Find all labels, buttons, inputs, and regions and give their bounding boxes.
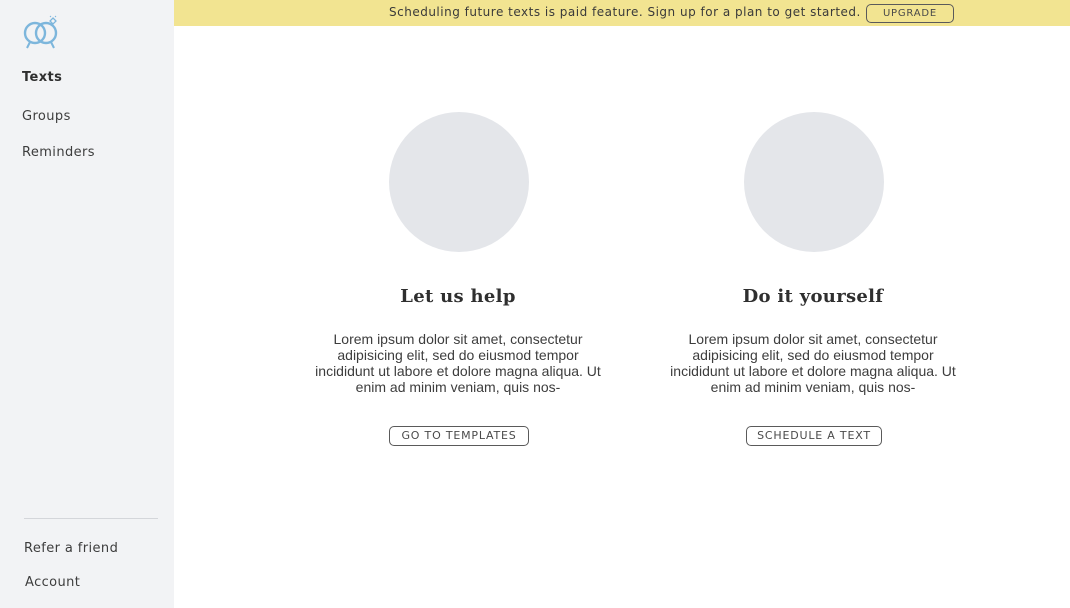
sidebar-item-account[interactable]: Account xyxy=(25,575,80,590)
app-root: Texts Groups Reminders Refer a friend Ac… xyxy=(0,0,1070,608)
card-image-placeholder xyxy=(389,112,529,252)
go-to-templates-button[interactable]: GO TO TEMPLATES xyxy=(389,426,529,446)
sidebar-item-groups[interactable]: Groups xyxy=(22,109,71,124)
sidebar: Texts Groups Reminders Refer a friend Ac… xyxy=(0,0,174,608)
sidebar-item-refer-a-friend[interactable]: Refer a friend xyxy=(24,541,118,556)
sidebar-item-texts[interactable]: Texts xyxy=(22,70,62,85)
sidebar-item-reminders[interactable]: Reminders xyxy=(22,145,95,160)
card-description: Lorem ipsum dolor sit amet, consectetur … xyxy=(670,331,956,395)
linked-rings-icon[interactable] xyxy=(22,14,62,50)
upgrade-button[interactable]: UPGRADE xyxy=(866,4,954,23)
card-title: Do it yourself xyxy=(742,286,884,307)
card-title: Let us help xyxy=(400,286,516,307)
banner-message: Scheduling future texts is paid feature.… xyxy=(389,5,861,19)
upgrade-banner: Scheduling future texts is paid feature.… xyxy=(174,0,1070,26)
card-image-placeholder xyxy=(744,112,884,252)
card-description: Lorem ipsum dolor sit amet, consectetur … xyxy=(315,331,601,395)
schedule-a-text-button[interactable]: SCHEDULE A TEXT xyxy=(746,426,882,446)
sidebar-divider xyxy=(24,518,158,519)
